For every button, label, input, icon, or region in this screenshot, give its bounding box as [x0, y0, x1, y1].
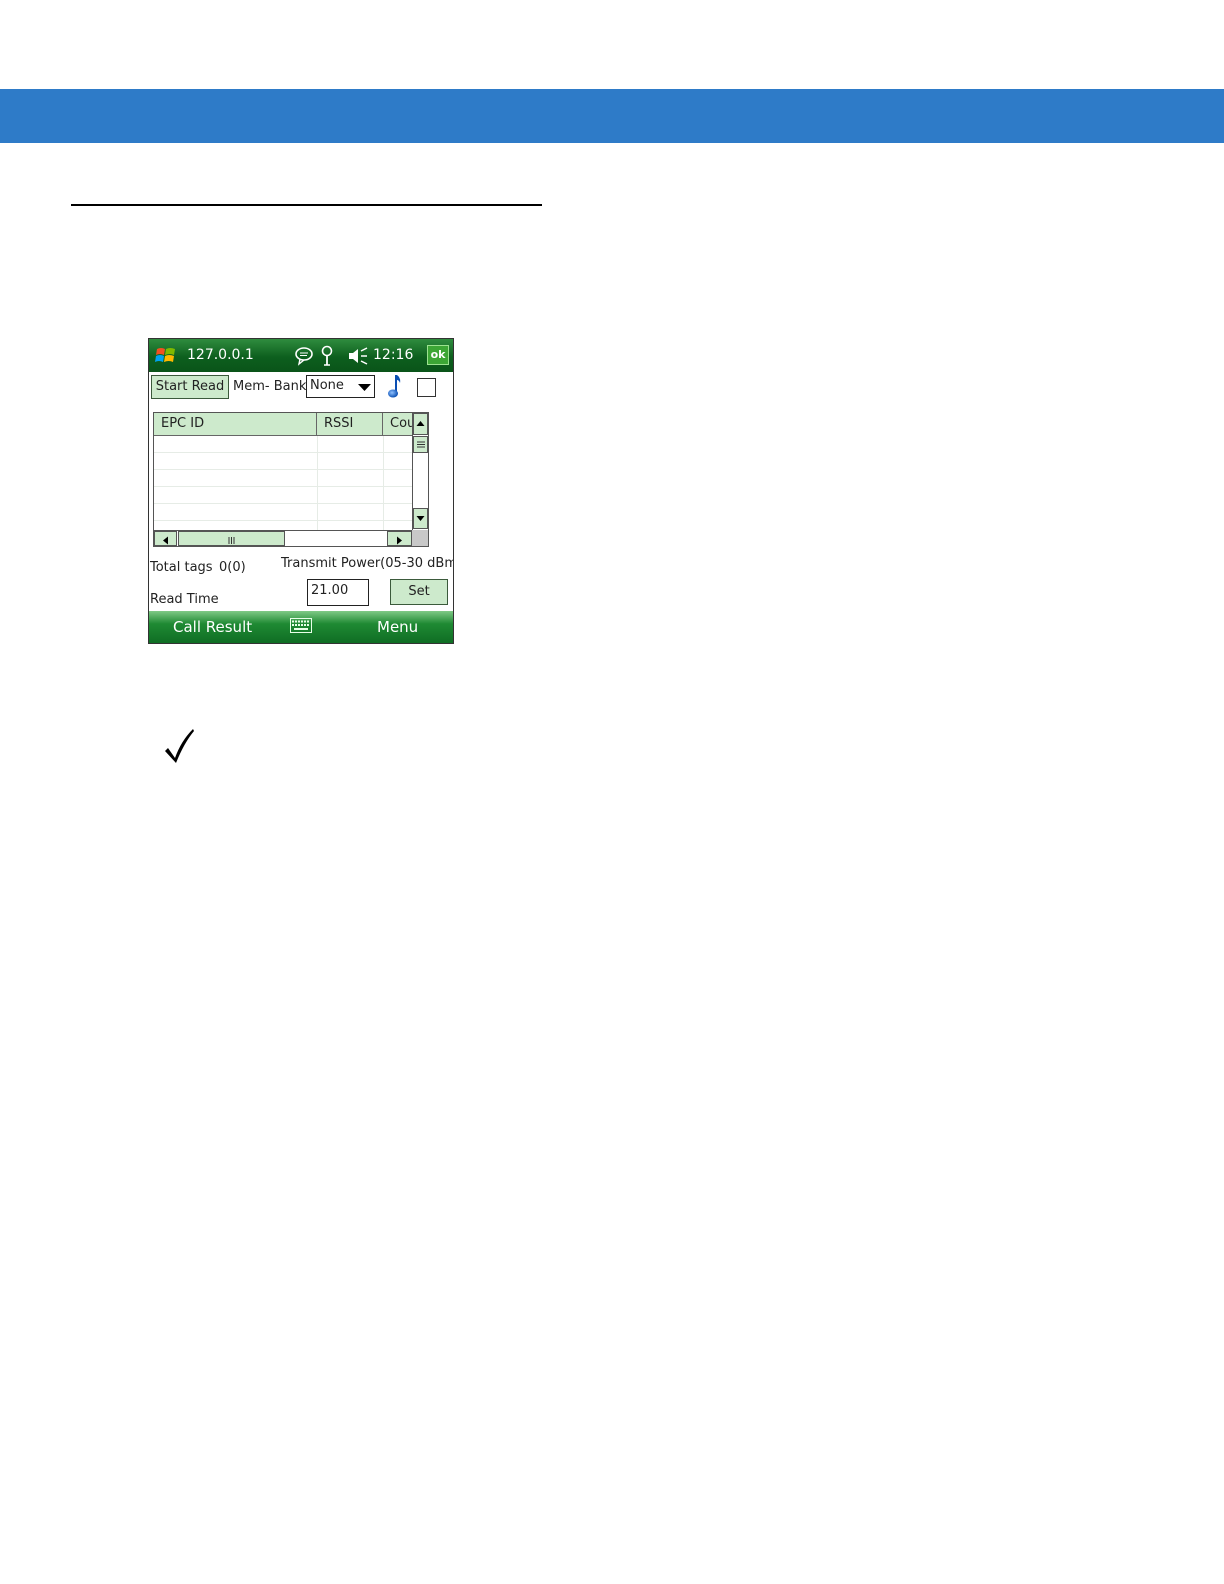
- table-row[interactable]: [154, 504, 412, 521]
- grid-header: EPC ID RSSI Cou: [154, 413, 412, 436]
- scroll-left-button[interactable]: [154, 531, 177, 546]
- mem-bank-value: None: [310, 378, 344, 393]
- mem-bank-label: Mem- Bank: [233, 379, 307, 394]
- column-header-epc-id[interactable]: EPC ID: [154, 413, 317, 435]
- section-rule: [71, 204, 542, 206]
- chevron-down-icon: [358, 384, 371, 391]
- table-row[interactable]: [154, 487, 412, 504]
- scroll-right-button[interactable]: [387, 531, 412, 546]
- total-tags-label: Total tags: [150, 560, 213, 575]
- horizontal-scroll-thumb[interactable]: [178, 531, 285, 546]
- scroll-down-button[interactable]: [413, 508, 428, 529]
- transmit-power-label: Transmit Power(05-30 dBm): [281, 556, 454, 571]
- device-address: 127.0.0.1: [187, 347, 254, 363]
- clock[interactable]: 12:16: [373, 347, 413, 363]
- scroll-up-button[interactable]: [413, 413, 428, 435]
- grip-icon: [417, 441, 425, 448]
- message-icon[interactable]: [294, 346, 314, 366]
- total-tags-value: 0(0): [219, 560, 246, 575]
- antenna-icon[interactable]: [320, 345, 334, 367]
- speaker-muted-icon[interactable]: [347, 347, 369, 365]
- arrow-down-icon: [416, 516, 425, 521]
- column-header-count[interactable]: Cou: [383, 413, 412, 435]
- arrow-left-icon: [163, 536, 168, 545]
- windows-logo-icon[interactable]: [155, 345, 177, 367]
- music-note-icon[interactable]: [387, 374, 403, 399]
- scrollbar-corner: [412, 530, 428, 546]
- title-bar: 127.0.0.1 12:16 ok: [149, 339, 453, 372]
- arrow-right-icon: [397, 536, 402, 545]
- table-row[interactable]: [154, 453, 412, 470]
- ok-button[interactable]: ok: [427, 345, 449, 365]
- transmit-power-input[interactable]: 21.00: [307, 579, 369, 606]
- sound-checkbox[interactable]: [417, 378, 436, 397]
- checkmark-icon: [165, 729, 194, 763]
- call-result-softkey[interactable]: Call Result: [173, 618, 252, 636]
- table-row[interactable]: [154, 436, 412, 453]
- arrow-up-icon: [416, 421, 425, 426]
- menu-softkey[interactable]: Menu: [377, 618, 418, 636]
- device-screen: 127.0.0.1 12:16 ok Start Read Mem- Bank …: [148, 338, 454, 644]
- horizontal-scrollbar[interactable]: [154, 530, 412, 546]
- transmit-power-value: 21.00: [311, 583, 349, 598]
- grip-icon: [228, 537, 235, 544]
- read-time-label: Read Time: [150, 592, 219, 607]
- soft-key-bar: Call Result Menu: [149, 611, 453, 643]
- scroll-thumb[interactable]: [413, 436, 428, 453]
- vertical-scrollbar[interactable]: [412, 413, 428, 530]
- start-read-button[interactable]: Start Read: [151, 375, 229, 399]
- set-button[interactable]: Set: [390, 579, 448, 605]
- column-header-rssi[interactable]: RSSI: [317, 413, 383, 435]
- table-row[interactable]: [154, 470, 412, 487]
- mem-bank-select[interactable]: None: [306, 375, 375, 398]
- keyboard-icon[interactable]: [290, 618, 312, 633]
- column-divider: [317, 436, 318, 530]
- column-divider: [383, 436, 384, 530]
- tag-grid[interactable]: EPC ID RSSI Cou: [153, 412, 429, 547]
- page-header-band: [0, 89, 1224, 143]
